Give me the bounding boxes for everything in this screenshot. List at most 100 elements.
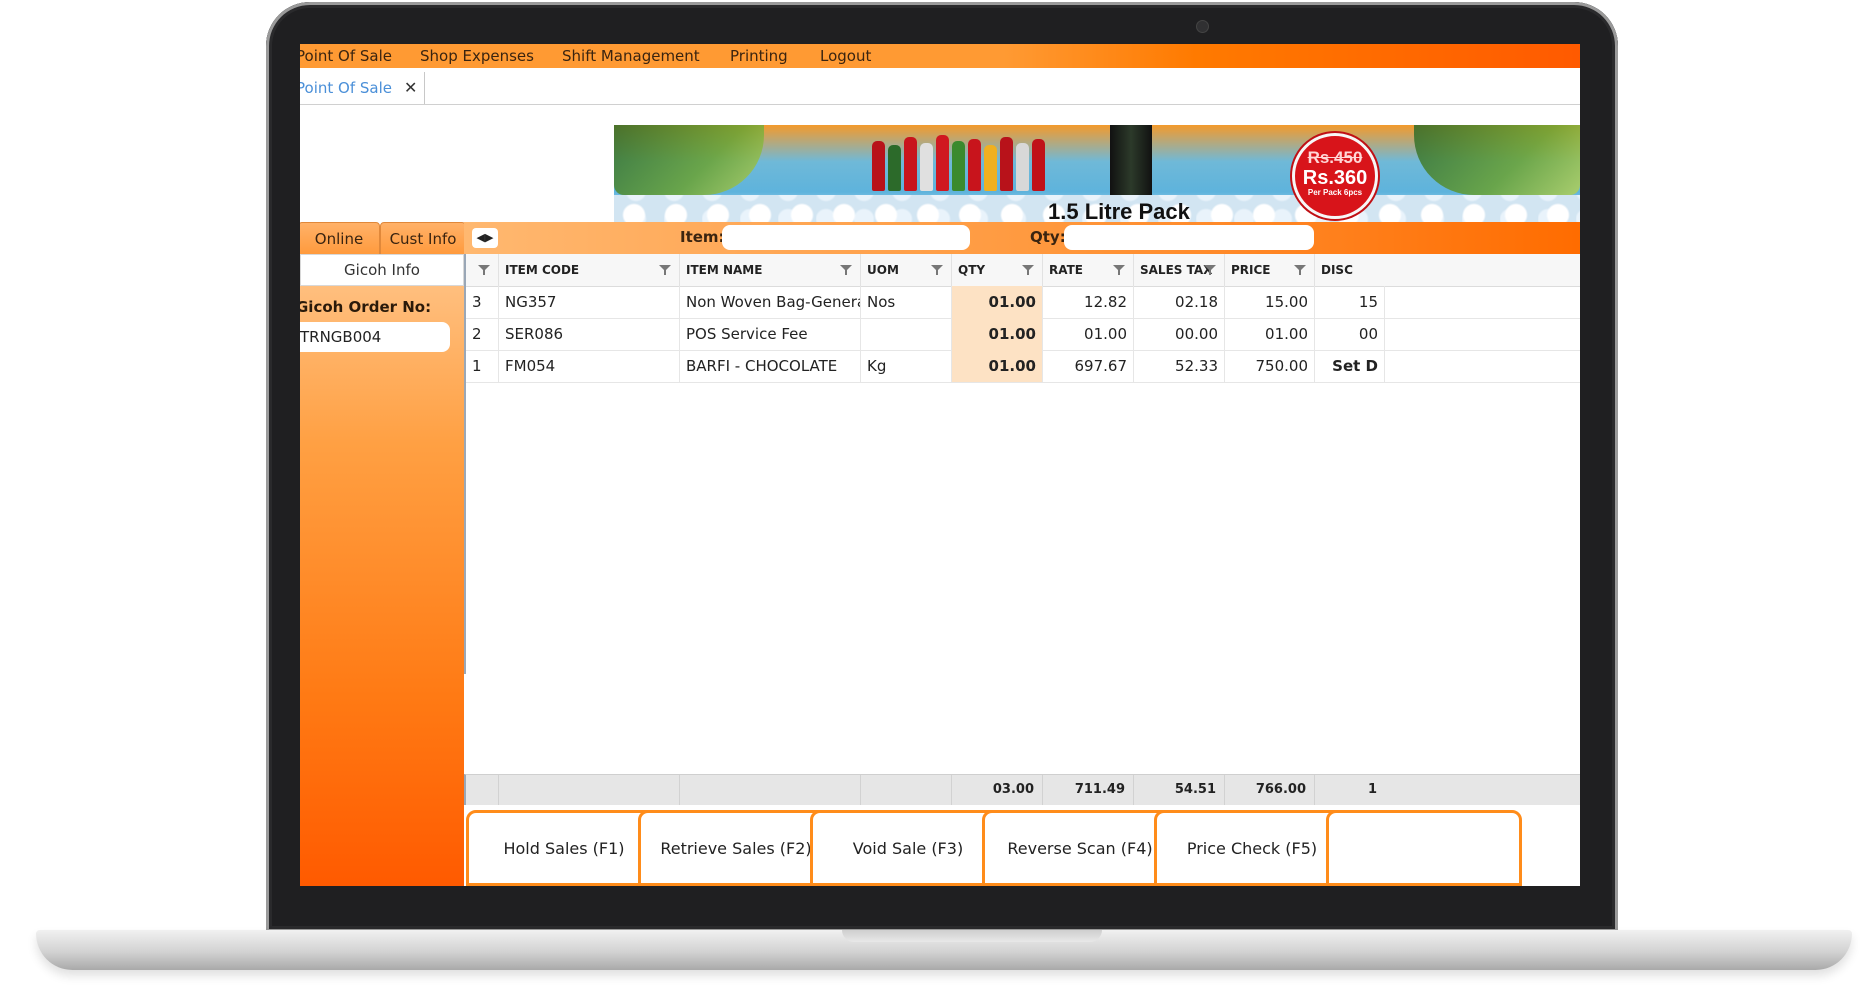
tab-point-of-sale[interactable]: Point Of Sale ✕ [300, 72, 425, 104]
function-button-bar: Hold Sales (F1) Retrieve Sales (F2) Void… [464, 806, 1580, 886]
menu-logout[interactable]: Logout [820, 44, 871, 68]
filter-icon[interactable] [931, 265, 943, 275]
col-label: RATE [1049, 263, 1083, 277]
filter-icon[interactable] [840, 265, 852, 275]
cell-sales-tax: 02.18 [1134, 286, 1225, 318]
cell-disc[interactable]: Set D [1315, 350, 1385, 382]
sales-grid: ITEM CODE ITEM NAME UOM QTY RATE SALES T… [464, 254, 1580, 674]
cell-no: 3 [466, 286, 499, 318]
order-number-field[interactable]: TRNGB004 [300, 322, 450, 352]
col-label: SALES TAX [1140, 263, 1213, 277]
app-screen: Point Of Sale Shop Expenses Shift Manage… [300, 44, 1580, 886]
tab-online[interactable]: Online [300, 222, 380, 256]
retrieve-sales-button[interactable]: Retrieve Sales (F2) [638, 810, 834, 886]
menu-printing[interactable]: Printing [730, 44, 788, 68]
cell-disc[interactable]: 15 [1315, 286, 1385, 318]
cell-sales-tax: 52.33 [1134, 350, 1225, 382]
menu-point-of-sale[interactable]: Point Of Sale [300, 44, 392, 68]
table-row[interactable]: 3 NG357 Non Woven Bag-General-18 Nos 01.… [466, 286, 1580, 319]
col-header-price[interactable]: PRICE [1225, 254, 1315, 286]
col-label: QTY [958, 263, 986, 277]
cell-qty[interactable]: 01.00 [952, 350, 1043, 382]
cell-disc[interactable]: 00 [1315, 318, 1385, 350]
promo-old-price: Rs.450 [1307, 148, 1363, 167]
reverse-scan-button[interactable]: Reverse Scan (F4) [982, 810, 1178, 886]
laptop-base [36, 930, 1852, 970]
next-function-button[interactable] [1326, 810, 1522, 886]
cell-qty[interactable]: 01.00 [952, 286, 1043, 318]
camera-icon [1196, 20, 1209, 33]
document-tabbar: Point Of Sale ✕ [300, 72, 1580, 105]
qty-label: Qty: [1030, 228, 1066, 246]
laptop-notch [842, 930, 1102, 942]
filter-icon[interactable] [1294, 265, 1306, 275]
menu-shift-management[interactable]: Shift Management [562, 44, 700, 68]
item-input[interactable] [722, 225, 970, 250]
col-header-item-name[interactable]: ITEM NAME [680, 254, 861, 286]
cell-no: 1 [466, 350, 499, 382]
filter-icon[interactable] [1022, 265, 1034, 275]
col-label: DISC [1321, 263, 1353, 277]
total-price: 766.00 [1225, 775, 1315, 805]
col-header-disc[interactable]: DISC [1315, 254, 1580, 286]
tab-label: Point Of Sale [300, 79, 392, 97]
col-label: UOM [867, 263, 899, 277]
col-header-rate[interactable]: RATE [1043, 254, 1134, 286]
void-sale-button[interactable]: Void Sale (F3) [810, 810, 1006, 886]
col-header-uom[interactable]: UOM [861, 254, 952, 286]
grid-totals-row: 03.00 711.49 54.51 766.00 1 [464, 774, 1580, 805]
price-badge: Rs.450 Rs.360 Per Pack 6pcs [1292, 133, 1378, 219]
table-row[interactable]: 1 FM054 BARFI - CHOCOLATE Kg 01.00 697.6… [466, 350, 1580, 383]
col-header-sales-tax[interactable]: SALES TAX [1134, 254, 1225, 286]
cell-item-code: FM054 [499, 350, 680, 382]
filter-icon[interactable] [659, 265, 671, 275]
palm-leaves-right [1414, 125, 1580, 195]
cell-rate: 12.82 [1043, 286, 1134, 318]
cell-price: 01.00 [1225, 318, 1315, 350]
item-label: Item: [680, 228, 725, 246]
hold-sales-button[interactable]: Hold Sales (F1) [466, 810, 662, 886]
cell-item-name: POS Service Fee [680, 318, 861, 350]
total-sales-tax: 54.51 [1134, 775, 1225, 805]
total-rate: 711.49 [1043, 775, 1134, 805]
menu-shop-expenses[interactable]: Shop Expenses [420, 44, 534, 68]
promo-new-price: Rs.360 [1302, 167, 1368, 189]
item-entry-bar: ◀▶ Item: Qty: [464, 222, 1580, 254]
col-header-no[interactable] [466, 254, 499, 286]
table-row[interactable]: 2 SER086 POS Service Fee 01.00 01.00 00.… [466, 318, 1580, 351]
close-icon[interactable]: ✕ [404, 78, 417, 97]
total-qty: 03.00 [952, 775, 1043, 805]
gicoh-info-header[interactable]: Gicoh Info [300, 254, 464, 286]
cell-qty[interactable]: 01.00 [952, 318, 1043, 350]
filter-icon[interactable] [478, 265, 490, 275]
cell-rate: 01.00 [1043, 318, 1134, 350]
cell-sales-tax: 00.00 [1134, 318, 1225, 350]
cell-uom [861, 318, 952, 350]
menubar: Point Of Sale Shop Expenses Shift Manage… [300, 44, 1580, 68]
cell-item-name: Non Woven Bag-General-18 [680, 286, 861, 318]
total-disc: 1 [1367, 782, 1377, 797]
cell-uom: Kg [861, 350, 952, 382]
cell-price: 750.00 [1225, 350, 1315, 382]
cell-item-code: NG357 [499, 286, 680, 318]
left-info-panel: Gicoh Info Gicoh Order No: TRNGB004 [300, 254, 464, 886]
col-label: PRICE [1231, 263, 1271, 277]
palm-leaves-left [614, 125, 764, 195]
price-check-button[interactable]: Price Check (F5) [1154, 810, 1350, 886]
cell-item-name: BARFI - CHOCOLATE [680, 350, 861, 382]
filter-icon[interactable] [1113, 265, 1125, 275]
col-header-qty[interactable]: QTY [952, 254, 1043, 286]
nav-arrows-icon[interactable]: ◀▶ [472, 228, 498, 248]
grid-header: ITEM CODE ITEM NAME UOM QTY RATE SALES T… [466, 254, 1580, 287]
col-label: ITEM NAME [686, 263, 763, 277]
qty-input[interactable] [1064, 225, 1314, 250]
cell-price: 15.00 [1225, 286, 1315, 318]
filter-icon[interactable] [1204, 265, 1216, 275]
col-label: ITEM CODE [505, 263, 580, 277]
col-header-item-code[interactable]: ITEM CODE [499, 254, 680, 286]
cell-item-code: SER086 [499, 318, 680, 350]
cell-no: 2 [466, 318, 499, 350]
tab-cust-info[interactable]: Cust Info [380, 222, 466, 256]
promo-unit: Per Pack 6pcs [1307, 188, 1363, 197]
cell-uom: Nos [861, 286, 952, 318]
